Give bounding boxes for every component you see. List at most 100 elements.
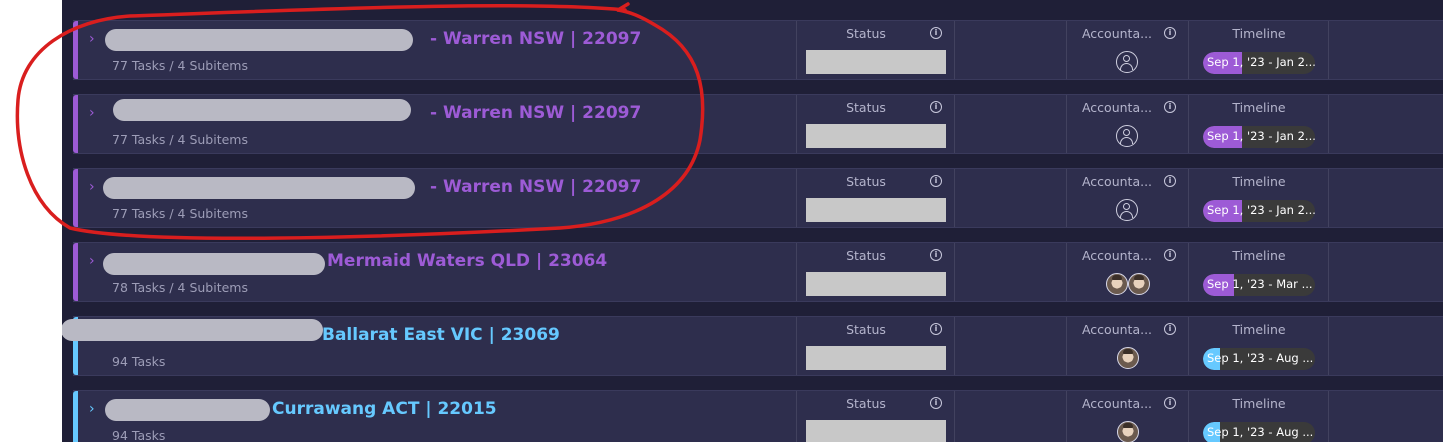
group-accent (73, 21, 78, 79)
status-header: Status (846, 174, 886, 189)
timeline-column: Timeline Sep 1, '23 - Jan 2... (1188, 169, 1329, 227)
status-header: Status (846, 248, 886, 263)
status-column: Status i (796, 317, 955, 375)
group-accent (73, 391, 78, 442)
timeline-text: Sep 1, '23 - Aug ... (1207, 425, 1314, 439)
redacted-title (113, 99, 411, 121)
status-cell[interactable] (806, 346, 946, 370)
group-accent (73, 169, 78, 227)
avatar[interactable] (1117, 347, 1139, 369)
timeline-header: Timeline (1232, 248, 1286, 263)
trailing-column (1328, 243, 1443, 301)
info-icon[interactable]: i (930, 27, 942, 39)
status-column: Status i (796, 95, 955, 153)
group-title[interactable]: - Warren NSW | 22097 (430, 103, 641, 123)
accountant-column: Accounta... i (1066, 243, 1189, 301)
info-icon[interactable]: i (930, 249, 942, 261)
group-accent (73, 95, 78, 153)
chevron-right-icon[interactable]: › (89, 179, 95, 195)
info-icon[interactable]: i (1164, 397, 1176, 409)
chevron-right-icon[interactable]: › (89, 105, 95, 121)
avatar[interactable] (1106, 273, 1128, 295)
accountant-column: Accounta... i (1066, 317, 1189, 375)
accountant-column: Accounta... i (1066, 21, 1189, 79)
info-icon[interactable]: i (1164, 101, 1176, 113)
group-subtitle: 77 Tasks / 4 Subitems (112, 58, 248, 73)
info-icon[interactable]: i (1164, 249, 1176, 261)
chevron-right-icon[interactable]: › (89, 253, 95, 269)
status-header: Status (846, 322, 886, 337)
timeline-column: Timeline Sep 1, '23 - Mar ... (1188, 243, 1329, 301)
status-cell[interactable] (806, 124, 946, 148)
trailing-column (1328, 95, 1443, 153)
group-subtitle: 94 Tasks (112, 354, 166, 369)
timeline-column: Timeline Sep 1, '23 - Jan 2... (1188, 21, 1329, 79)
group-title[interactable]: - Warren NSW | 22097 (430, 29, 641, 49)
group-row[interactable]: › - Warren NSW | 22097 77 Tasks / 4 Subi… (73, 168, 1443, 228)
redacted-title (62, 319, 323, 341)
accountant-column: Accounta... i (1066, 95, 1189, 153)
status-cell[interactable] (806, 50, 946, 74)
accountant-column: Accounta... i (1066, 169, 1189, 227)
board: › - Warren NSW | 22097 77 Tasks / 4 Subi… (62, 0, 1443, 442)
chevron-right-icon[interactable]: › (89, 31, 95, 47)
group-title[interactable]: Ballarat East VIC | 23069 (322, 325, 560, 345)
accountant-column: Accounta... i (1066, 391, 1189, 442)
timeline-bar[interactable]: Sep 1, '23 - Mar ... (1203, 274, 1315, 296)
info-icon[interactable]: i (930, 101, 942, 113)
status-column: Status i (796, 243, 955, 301)
group-row[interactable]: › - Warren NSW | 22097 77 Tasks / 4 Subi… (73, 20, 1443, 80)
avatar[interactable] (1128, 273, 1150, 295)
timeline-header: Timeline (1232, 26, 1286, 41)
trailing-column (1328, 317, 1443, 375)
group-row[interactable]: › Currawang ACT | 22015 94 Tasks Status … (73, 390, 1443, 442)
info-icon[interactable]: i (1164, 27, 1176, 39)
timeline-column: Timeline Sep 1, '23 - Jan 2... (1188, 95, 1329, 153)
status-header: Status (846, 26, 886, 41)
group-title[interactable]: - Warren NSW | 22097 (430, 177, 641, 197)
redacted-title (103, 253, 325, 275)
redacted-title (103, 177, 415, 199)
status-cell[interactable] (806, 198, 946, 222)
timeline-header: Timeline (1232, 322, 1286, 337)
timeline-bar[interactable]: Sep 1, '23 - Aug ... (1203, 422, 1315, 442)
person-icon[interactable] (1116, 125, 1138, 147)
group-title[interactable]: Mermaid Waters QLD | 23064 (327, 251, 607, 271)
timeline-bar[interactable]: Sep 1, '23 - Jan 2... (1203, 126, 1315, 148)
group-title[interactable]: Currawang ACT | 22015 (272, 399, 497, 419)
group-subtitle: 94 Tasks (112, 428, 166, 442)
redacted-title (105, 399, 270, 421)
status-column: Status i (796, 391, 955, 442)
redacted-title (105, 29, 413, 51)
status-column: Status i (796, 169, 955, 227)
group-subtitle: 78 Tasks / 4 Subitems (112, 280, 248, 295)
timeline-bar[interactable]: Sep 1, '23 - Jan 2... (1203, 200, 1315, 222)
info-icon[interactable]: i (1164, 175, 1176, 187)
group-row[interactable]: › Ballarat East VIC | 23069 94 Tasks Sta… (62, 316, 1443, 376)
timeline-bar[interactable]: Sep 1, '23 - Aug ... (1203, 348, 1315, 370)
timeline-text: Sep 1, '23 - Aug ... (1207, 351, 1314, 365)
person-icon[interactable] (1116, 199, 1138, 221)
group-row[interactable]: › Mermaid Waters QLD | 23064 78 Tasks / … (73, 242, 1443, 302)
timeline-header: Timeline (1232, 100, 1286, 115)
status-cell[interactable] (806, 420, 946, 442)
info-icon[interactable]: i (930, 175, 942, 187)
info-icon[interactable]: i (930, 323, 942, 335)
timeline-text: Sep 1, '23 - Jan 2... (1207, 203, 1315, 217)
trailing-column (1328, 21, 1443, 79)
status-column: Status i (796, 21, 955, 79)
status-header: Status (846, 100, 886, 115)
group-subtitle: 77 Tasks / 4 Subitems (112, 132, 248, 147)
group-row[interactable]: › - Warren NSW | 22097 77 Tasks / 4 Subi… (73, 94, 1443, 154)
timeline-bar[interactable]: Sep 1, '23 - Jan 2... (1203, 52, 1315, 74)
timeline-text: Sep 1, '23 - Jan 2... (1207, 55, 1315, 69)
chevron-right-icon[interactable]: › (89, 401, 95, 417)
timeline-text: Sep 1, '23 - Jan 2... (1207, 129, 1315, 143)
avatar[interactable] (1117, 421, 1139, 442)
info-icon[interactable]: i (1164, 323, 1176, 335)
person-icon[interactable] (1116, 51, 1138, 73)
timeline-header: Timeline (1232, 396, 1286, 411)
info-icon[interactable]: i (930, 397, 942, 409)
status-header: Status (846, 396, 886, 411)
status-cell[interactable] (806, 272, 946, 296)
